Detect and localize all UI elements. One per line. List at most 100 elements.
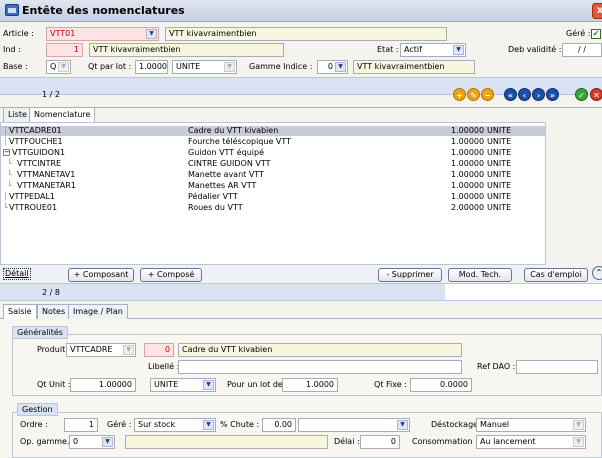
previous-record-icon[interactable]: ‹ [518, 88, 531, 101]
edit-icon[interactable]: ✎ [467, 88, 480, 101]
detail-record-counter: 2 / 8 [42, 288, 60, 297]
tree-row-unit: UNITE [487, 192, 512, 201]
tree-row-code: VTTCADRE01 [9, 126, 62, 135]
tree-row-description: CINTRE GUIDON VTT [188, 159, 271, 168]
title-bar: Entête des nomenclatures x [0, 0, 602, 22]
record-counter: 1 / 2 [42, 90, 60, 99]
gamme-indice-value: 0 [327, 62, 333, 71]
chevron-down-icon[interactable]: ▼ [453, 45, 464, 55]
last-record-icon[interactable]: » [546, 88, 559, 101]
tab-image-plan[interactable]: Image / Plan [68, 304, 128, 319]
produit-select[interactable]: VTTCADRE ▼ [66, 343, 136, 357]
qt-fixe-label: Qt Fixe : [374, 380, 407, 389]
chute-field[interactable]: 0.00 [262, 418, 296, 432]
nomenclature-tree[interactable]: ┆ VTTCADRE01 Cadre du VTT kivabien 1.000… [0, 122, 546, 265]
op-gamme-select[interactable]: 0 ▼ [69, 435, 115, 449]
destockage-value: Manuel [480, 420, 510, 429]
tree-row-code: VTTPEDAL1 [9, 192, 56, 201]
article-label: Article : [3, 29, 34, 38]
chute-unit-select[interactable]: ▼ [298, 418, 410, 432]
deb-validite-field[interactable]: / / [562, 43, 602, 57]
next-record-icon[interactable]: › [532, 88, 545, 101]
gestion-gere-select[interactable]: Sur stock ▼ [134, 418, 216, 432]
tree-row[interactable]: └ VTTMANETAV1 Manette avant VTT 1.00000 … [1, 170, 545, 180]
add-icon[interactable]: + [453, 88, 466, 101]
tab-nomenclature[interactable]: Nomenclature [29, 107, 96, 123]
gere-checkbox[interactable]: ✔ [591, 29, 601, 39]
close-icon[interactable]: x [592, 3, 602, 19]
unite-value: UNITE [176, 62, 201, 71]
tree-row[interactable]: − VTTGUIDON1 Guidon VTT équipé 1.00000 U… [1, 148, 545, 158]
chevron-down-icon[interactable]: ▼ [573, 420, 584, 430]
chevron-down-icon[interactable]: ▼ [123, 345, 134, 355]
chevron-down-icon[interactable]: ▼ [397, 420, 408, 430]
chevron-down-icon[interactable]: ▼ [146, 29, 157, 39]
tab-notes[interactable]: Notes [37, 304, 71, 319]
libelle-label: Libellé : [148, 362, 180, 371]
add-composant-button[interactable]: + Composant [68, 268, 134, 282]
unite-select[interactable]: UNITE ▼ [172, 60, 237, 74]
tree-row-quantity: 1.00000 [451, 159, 485, 168]
qt-par-lot-label: Qt par lot : [88, 62, 132, 71]
cancel-icon[interactable]: ✕ [590, 88, 602, 101]
tree-row-description: Pédalier VTT [188, 192, 238, 201]
tree-row[interactable]: └ VTTROUE01 Roues du VTT 2.00000 UNITE [1, 203, 545, 213]
article-combo[interactable]: VTT01 ▼ [46, 27, 159, 41]
tree-row-unit: UNITE [487, 170, 512, 179]
destockage-select[interactable]: Manuel ▼ [476, 418, 586, 432]
tree-row[interactable]: ┆ VTTPEDAL1 Pédalier VTT 1.00000 UNITE [1, 192, 545, 202]
gere-label: Géré : [566, 29, 591, 38]
tree-row[interactable]: ┆ VTTCADRE01 Cadre du VTT kivabien 1.000… [1, 126, 545, 136]
mod-tech-button[interactable]: Mod. Tech. [448, 268, 512, 282]
tree-row-quantity: 2.00000 [451, 203, 485, 212]
ref-dao-field[interactable] [516, 360, 598, 374]
scroll-up-icon[interactable]: ⌃ [592, 266, 602, 280]
tree-row-quantity: 1.00000 [451, 181, 485, 190]
validate-icon[interactable]: ✓ [575, 88, 588, 101]
detail-button[interactable]: Détail [3, 268, 31, 280]
consommation-select[interactable]: Au lancement ▼ [476, 435, 586, 449]
first-record-icon[interactable]: « [504, 88, 517, 101]
chevron-down-icon[interactable]: ▼ [573, 437, 584, 447]
ordre-field[interactable]: 1 [64, 418, 98, 432]
produit-indice-field[interactable]: 0 [144, 343, 174, 357]
ind-field[interactable]: 1 [46, 43, 83, 57]
gestion-gere-label: Géré : [107, 420, 132, 429]
libelle-field[interactable] [178, 360, 462, 374]
remove-icon[interactable]: − [481, 88, 494, 101]
ordre-label: Ordre : [20, 420, 48, 429]
chevron-down-icon[interactable]: ▼ [203, 420, 214, 430]
tab-liste[interactable]: Liste [3, 107, 32, 123]
tree-row-description: Guidon VTT équipé [188, 148, 265, 157]
tree-row[interactable]: └ VTTCINTRE CINTRE GUIDON VTT 1.00000 UN… [1, 159, 545, 169]
base-select[interactable]: Q ▼ [46, 60, 71, 74]
chevron-down-icon[interactable]: ▼ [203, 380, 214, 390]
chevron-down-icon[interactable]: ▼ [335, 62, 346, 72]
chevron-down-icon[interactable]: ▼ [58, 62, 69, 72]
tree-row-quantity: 1.00000 [451, 126, 485, 135]
etat-select[interactable]: Actif ▼ [400, 43, 466, 57]
chevron-down-icon[interactable]: ▼ [224, 62, 235, 72]
cas-emploi-button[interactable]: Cas d'emploi [524, 268, 588, 282]
tab-saisie[interactable]: Saisie [3, 304, 37, 319]
base-label: Base : [3, 62, 28, 71]
qt-unite-select[interactable]: UNITE ▼ [150, 378, 216, 392]
op-gamme-description [125, 435, 328, 449]
tree-row-code: VTTROUE01 [9, 203, 58, 212]
qt-par-lot-field[interactable]: 1.0000 [135, 60, 168, 74]
gamme-description: VTT kivavraimentbien [353, 60, 475, 74]
tree-row[interactable]: ┆ VTTFOUCHE1 Fourche téléscopique VTT 1.… [1, 137, 545, 147]
supprimer-button[interactable]: - Supprimer [378, 268, 442, 282]
collapse-icon[interactable]: − [3, 149, 10, 156]
delai-field[interactable]: 0 [360, 435, 400, 449]
chevron-down-icon[interactable]: ▼ [102, 437, 113, 447]
qt-fixe-field[interactable]: 0.0000 [410, 378, 472, 392]
tree-row-description: Cadre du VTT kivabien [188, 126, 279, 135]
base-value: Q [50, 62, 57, 71]
tree-row[interactable]: └ VTTMANETAR1 Manettes AR VTT 1.00000 UN… [1, 181, 545, 191]
pour-un-lot-field[interactable]: 1.0000 [282, 378, 338, 392]
add-compose-button[interactable]: + Composé [140, 268, 202, 282]
qt-unit-field[interactable]: 1.00000 [70, 378, 136, 392]
gamme-indice-select[interactable]: 0 ▼ [317, 60, 348, 74]
window-icon [5, 4, 19, 16]
